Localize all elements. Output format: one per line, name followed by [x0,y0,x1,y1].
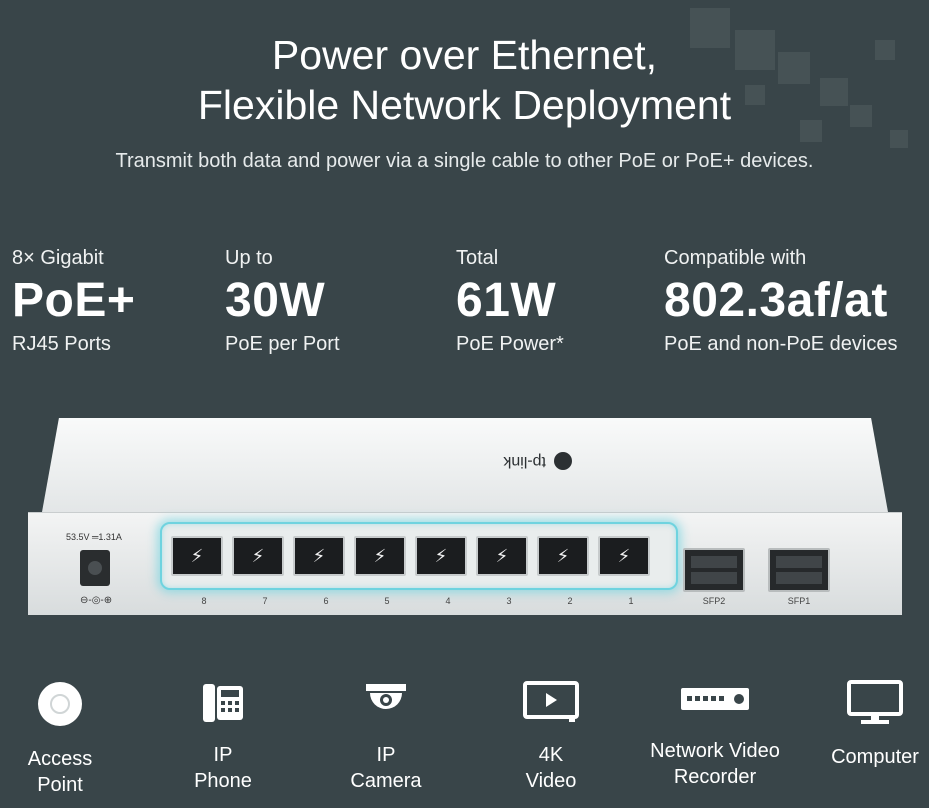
device-ip-phone: IP Phone [175,680,271,794]
computer-monitor-icon [847,680,903,724]
device-label: Access Point [27,748,93,796]
port-number: 1 [628,596,634,606]
port-number: 3 [506,596,512,606]
spec-label-top: 8× Gigabit [12,247,104,269]
headline: Power over Ethernet, Flexible Network De… [0,30,929,130]
sfp-port [683,548,745,592]
headline-line-2: Flexible Network Deployment [197,82,732,128]
spec-value: 61W [456,274,557,327]
device-label: Computer [831,746,919,768]
access-point-icon [38,682,82,726]
polarity-symbol: ⊖-◎-⊕ [80,595,113,606]
spec-label-top: Compatible with [664,247,807,269]
device-label: IP Camera [350,744,422,792]
rj45-port: ⚡ [232,536,284,576]
poe-port-group: ⚡ ⚡ ⚡ ⚡ ⚡ ⚡ ⚡ ⚡ [160,522,678,590]
rj45-port: ⚡ [537,536,589,576]
switch-top-panel: tp-link [42,418,888,512]
device-computer: Computer [825,680,925,770]
sfp-port [768,548,830,592]
device-label: IP Phone [194,744,252,792]
spec-poe-ports: 8× Gigabit PoE+ RJ45 Ports [12,244,135,358]
poe-bolt-icon: ⚡ [373,545,387,566]
port-number: 4 [445,596,451,606]
brand-name: tp-link [503,453,546,470]
spec-total-power: Total 61W PoE Power* [456,244,564,358]
spec-compatibility: Compatible with 802.3af/at PoE and non-P… [664,244,898,358]
port-number: 8 [201,596,207,606]
rj45-port: ⚡ [171,536,223,576]
rj45-port: ⚡ [598,536,650,576]
spec-value: 802.3af/at [664,274,888,327]
spec-value: 30W [225,274,326,327]
spec-label-bottom: PoE Power* [456,333,564,355]
rj45-port: ⚡ [293,536,345,576]
port-number: 5 [384,596,390,606]
spec-label-top: Up to [225,247,273,269]
poe-bolt-icon: ⚡ [190,545,204,566]
spec-value: PoE+ [12,274,136,327]
port-number: 2 [567,596,573,606]
port-number: 6 [323,596,329,606]
device-access-point: Access Point [10,680,110,798]
spec-label-bottom: PoE and non-PoE devices [664,333,898,355]
subheadline: Transmit both data and power via a singl… [115,150,814,172]
power-rating-label: 53.5V ═1.31A [66,532,122,542]
brand-logo-icon [554,452,572,470]
spec-label-top: Total [456,247,499,269]
ip-camera-icon [366,684,406,709]
switch-illustration: tp-link 53.5V ═1.31A ⊖-◎-⊕ ⚡ ⚡ ⚡ ⚡ ⚡ ⚡ ⚡… [28,418,902,615]
headline-line-1: Power over Ethernet, [271,32,658,78]
rj45-port: ⚡ [415,536,467,576]
port-number: 7 [262,596,268,606]
poe-bolt-icon: ⚡ [495,545,509,566]
spec-label-bottom: PoE per Port [225,333,340,355]
device-4k-video: 4K Video [503,680,599,794]
poe-bolt-icon: ⚡ [251,545,265,566]
sfp-port-label: SFP1 [787,596,811,606]
device-label: Network Video Recorder [650,740,780,788]
poe-bolt-icon: ⚡ [617,545,631,566]
ip-phone-icon [203,684,243,722]
device-ip-camera: IP Camera [338,680,434,794]
video-recorder-icon [681,688,749,710]
poe-bolt-icon: ⚡ [556,545,570,566]
rj45-port: ⚡ [354,536,406,576]
device-label: 4K Video [525,744,577,792]
poe-bolt-icon: ⚡ [434,545,448,566]
device-network-video-recorder: Network Video Recorder [640,680,790,790]
spec-per-port-power: Up to 30W PoE per Port [225,244,340,358]
spec-label-bottom: RJ45 Ports [12,333,111,355]
brand-logo: tp-link [392,448,572,474]
sfp-port-label: SFP2 [702,596,726,606]
dc-power-jack [80,550,110,586]
poe-bolt-icon: ⚡ [312,545,326,566]
video-player-icon [523,681,579,722]
rj45-port: ⚡ [476,536,528,576]
